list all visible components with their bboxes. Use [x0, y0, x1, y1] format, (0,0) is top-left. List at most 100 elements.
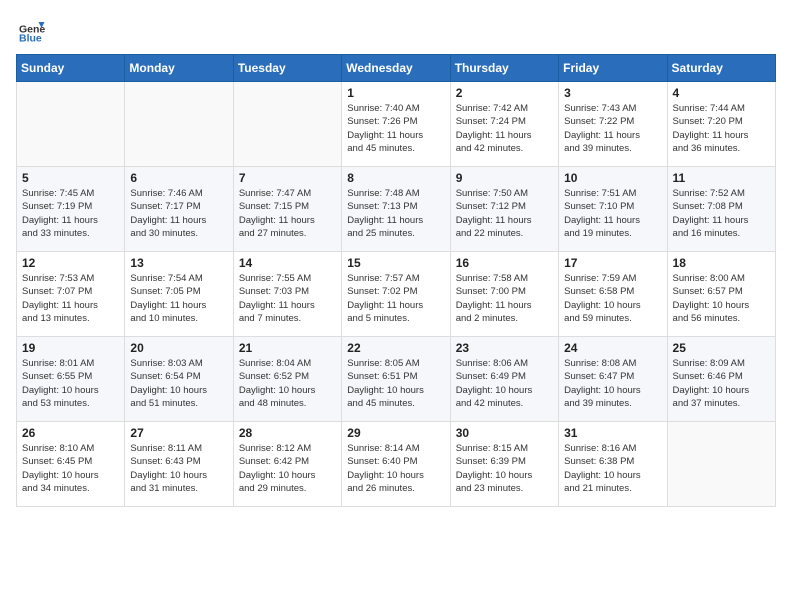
- day-number: 21: [239, 341, 336, 355]
- weekday-header-monday: Monday: [125, 55, 233, 82]
- day-number: 15: [347, 256, 444, 270]
- calendar-day-cell: 6Sunrise: 7:46 AM Sunset: 7:17 PM Daylig…: [125, 167, 233, 252]
- day-number: 20: [130, 341, 227, 355]
- day-number: 16: [456, 256, 553, 270]
- day-detail: Sunrise: 7:53 AM Sunset: 7:07 PM Dayligh…: [22, 272, 119, 325]
- weekday-header-saturday: Saturday: [667, 55, 775, 82]
- calendar-week-row: 12 Sunrise: 7:53 AM Sunset: 7:07 PM Dayli…: [17, 252, 776, 337]
- day-number: 29: [347, 426, 444, 440]
- calendar-day-cell: 30 Sunrise: 8:15 AM Sunset: 6:39 PM Dayli…: [450, 422, 558, 507]
- day-detail: Sunrise: 8:05 AM Sunset: 6:51 PM Dayligh…: [347, 357, 444, 410]
- calendar-day-cell: 10 Sunrise: 7:51 AM Sunset: 7:10 PM Dayli…: [559, 167, 667, 252]
- day-number: 8: [347, 171, 444, 185]
- day-detail: Sunrise: 7:45 AM Sunset: 7:19 PM Dayligh…: [22, 187, 119, 240]
- day-number: 26: [22, 426, 119, 440]
- day-detail: Sunrise: 8:16 AM Sunset: 6:38 PM Dayligh…: [564, 442, 661, 495]
- day-detail: Sunrise: 8:14 AM Sunset: 6:40 PM Dayligh…: [347, 442, 444, 495]
- calendar-week-row: 5 Sunrise: 7:45 AM Sunset: 7:19 PM Daylig…: [17, 167, 776, 252]
- calendar-day-cell: 11Sunrise: 7:52 AM Sunset: 7:08 PM Dayli…: [667, 167, 775, 252]
- day-number: 23: [456, 341, 553, 355]
- day-number: 9: [456, 171, 553, 185]
- day-detail: Sunrise: 7:51 AM Sunset: 7:10 PM Dayligh…: [564, 187, 661, 240]
- calendar-day-cell: 17 Sunrise: 7:59 AM Sunset: 6:58 PM Dayli…: [559, 252, 667, 337]
- day-number: 19: [22, 341, 119, 355]
- calendar-day-cell: 24 Sunrise: 8:08 AM Sunset: 6:47 PM Dayli…: [559, 337, 667, 422]
- calendar-day-cell: 12 Sunrise: 7:53 AM Sunset: 7:07 PM Dayli…: [17, 252, 125, 337]
- day-number: 4: [673, 86, 770, 100]
- day-detail: Sunrise: 8:06 AM Sunset: 6:49 PM Dayligh…: [456, 357, 553, 410]
- calendar-day-cell: 22 Sunrise: 8:05 AM Sunset: 6:51 PM Dayli…: [342, 337, 450, 422]
- day-detail: Sunrise: 8:10 AM Sunset: 6:45 PM Dayligh…: [22, 442, 119, 495]
- calendar-day-cell: 3 Sunrise: 7:43 AM Sunset: 7:22 PM Daylig…: [559, 82, 667, 167]
- weekday-header-friday: Friday: [559, 55, 667, 82]
- day-number: 1: [347, 86, 444, 100]
- day-detail: Sunrise: 7:58 AM Sunset: 7:00 PM Dayligh…: [456, 272, 553, 325]
- day-detail: Sunrise: 8:03 AM Sunset: 6:54 PM Dayligh…: [130, 357, 227, 410]
- weekday-header-tuesday: Tuesday: [233, 55, 341, 82]
- calendar-day-cell: 7 Sunrise: 7:47 AM Sunset: 7:15 PM Daylig…: [233, 167, 341, 252]
- day-detail: Sunrise: 8:00 AM Sunset: 6:57 PM Dayligh…: [673, 272, 770, 325]
- calendar-day-cell: 2 Sunrise: 7:42 AM Sunset: 7:24 PM Daylig…: [450, 82, 558, 167]
- day-number: 25: [673, 341, 770, 355]
- day-number: 18: [673, 256, 770, 270]
- calendar-day-cell: 23 Sunrise: 8:06 AM Sunset: 6:49 PM Dayli…: [450, 337, 558, 422]
- day-detail: Sunrise: 7:47 AM Sunset: 7:15 PM Dayligh…: [239, 187, 336, 240]
- day-number: 7: [239, 171, 336, 185]
- day-detail: Sunrise: 7:44 AM Sunset: 7:20 PM Dayligh…: [673, 102, 770, 155]
- day-number: 3: [564, 86, 661, 100]
- day-number: 31: [564, 426, 661, 440]
- day-detail: Sunrise: 8:15 AM Sunset: 6:39 PM Dayligh…: [456, 442, 553, 495]
- weekday-header-sunday: Sunday: [17, 55, 125, 82]
- day-detail: Sunrise: 7:59 AM Sunset: 6:58 PM Dayligh…: [564, 272, 661, 325]
- day-detail: Sunrise: 7:54 AM Sunset: 7:05 PM Dayligh…: [130, 272, 227, 325]
- calendar-day-cell: 20 Sunrise: 8:03 AM Sunset: 6:54 PM Dayli…: [125, 337, 233, 422]
- day-detail: Sunrise: 8:08 AM Sunset: 6:47 PM Dayligh…: [564, 357, 661, 410]
- calendar-day-cell: 16 Sunrise: 7:58 AM Sunset: 7:00 PM Dayli…: [450, 252, 558, 337]
- calendar-week-row: 26 Sunrise: 8:10 AM Sunset: 6:45 PM Dayli…: [17, 422, 776, 507]
- calendar-day-cell: 31 Sunrise: 8:16 AM Sunset: 6:38 PM Dayli…: [559, 422, 667, 507]
- svg-text:Blue: Blue: [19, 33, 42, 45]
- day-detail: Sunrise: 7:43 AM Sunset: 7:22 PM Dayligh…: [564, 102, 661, 155]
- calendar-day-cell: 15 Sunrise: 7:57 AM Sunset: 7:02 PM Dayli…: [342, 252, 450, 337]
- calendar-week-row: 19 Sunrise: 8:01 AM Sunset: 6:55 PM Dayli…: [17, 337, 776, 422]
- day-number: 24: [564, 341, 661, 355]
- day-number: 12: [22, 256, 119, 270]
- weekday-header-wednesday: Wednesday: [342, 55, 450, 82]
- day-detail: Sunrise: 7:50 AM Sunset: 7:12 PM Dayligh…: [456, 187, 553, 240]
- logo-icon: General Blue: [16, 16, 46, 46]
- calendar-day-cell: 13Sunrise: 7:54 AM Sunset: 7:05 PM Dayli…: [125, 252, 233, 337]
- calendar-week-row: 1 Sunrise: 7:40 AM Sunset: 7:26 PM Daylig…: [17, 82, 776, 167]
- logo: General Blue: [16, 16, 46, 46]
- day-detail: Sunrise: 7:57 AM Sunset: 7:02 PM Dayligh…: [347, 272, 444, 325]
- day-detail: Sunrise: 7:40 AM Sunset: 7:26 PM Dayligh…: [347, 102, 444, 155]
- day-detail: Sunrise: 7:48 AM Sunset: 7:13 PM Dayligh…: [347, 187, 444, 240]
- day-detail: Sunrise: 7:42 AM Sunset: 7:24 PM Dayligh…: [456, 102, 553, 155]
- day-detail: Sunrise: 8:01 AM Sunset: 6:55 PM Dayligh…: [22, 357, 119, 410]
- calendar-day-cell: 28Sunrise: 8:12 AM Sunset: 6:42 PM Dayli…: [233, 422, 341, 507]
- day-number: 17: [564, 256, 661, 270]
- day-number: 2: [456, 86, 553, 100]
- calendar-day-cell: 18 Sunrise: 8:00 AM Sunset: 6:57 PM Dayli…: [667, 252, 775, 337]
- weekday-header-thursday: Thursday: [450, 55, 558, 82]
- calendar-table: SundayMondayTuesdayWednesdayThursdayFrid…: [16, 54, 776, 507]
- calendar-day-cell: 29 Sunrise: 8:14 AM Sunset: 6:40 PM Dayli…: [342, 422, 450, 507]
- page-header: General Blue: [16, 16, 776, 46]
- day-number: 14: [239, 256, 336, 270]
- day-number: 30: [456, 426, 553, 440]
- calendar-day-cell: 1 Sunrise: 7:40 AM Sunset: 7:26 PM Daylig…: [342, 82, 450, 167]
- calendar-day-cell: 4 Sunrise: 7:44 AM Sunset: 7:20 PM Daylig…: [667, 82, 775, 167]
- day-detail: Sunrise: 7:52 AM Sunset: 7:08 PM Dayligh…: [673, 187, 770, 240]
- day-detail: Sunrise: 7:55 AM Sunset: 7:03 PM Dayligh…: [239, 272, 336, 325]
- calendar-day-cell: 27Sunrise: 8:11 AM Sunset: 6:43 PM Dayli…: [125, 422, 233, 507]
- day-number: 27: [130, 426, 227, 440]
- calendar-day-cell: [667, 422, 775, 507]
- calendar-header-row: SundayMondayTuesdayWednesdayThursdayFrid…: [17, 55, 776, 82]
- day-number: 22: [347, 341, 444, 355]
- calendar-day-cell: 14 Sunrise: 7:55 AM Sunset: 7:03 PM Dayli…: [233, 252, 341, 337]
- calendar-day-cell: 21Sunrise: 8:04 AM Sunset: 6:52 PM Dayli…: [233, 337, 341, 422]
- day-number: 6: [130, 171, 227, 185]
- calendar-day-cell: 5 Sunrise: 7:45 AM Sunset: 7:19 PM Daylig…: [17, 167, 125, 252]
- day-number: 5: [22, 171, 119, 185]
- day-number: 10: [564, 171, 661, 185]
- day-detail: Sunrise: 8:12 AM Sunset: 6:42 PM Dayligh…: [239, 442, 336, 495]
